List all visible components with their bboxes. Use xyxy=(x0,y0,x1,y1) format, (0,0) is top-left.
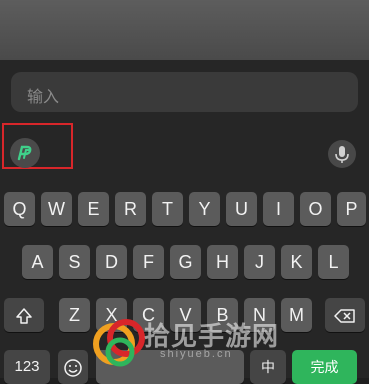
numbers-key[interactable]: 123 xyxy=(4,350,50,384)
watermark-logo-icon xyxy=(93,319,145,367)
watermark-url: shiyueb.cn xyxy=(160,348,233,360)
key-t[interactable]: T xyxy=(152,192,183,226)
microphone-icon[interactable] xyxy=(328,140,356,168)
watermark: 拾见手游网 shiyueb.cn xyxy=(92,302,369,378)
key-u[interactable]: U xyxy=(226,192,257,226)
key-j[interactable]: J xyxy=(244,245,275,279)
text-input-field[interactable]: 输入 xyxy=(11,72,358,112)
key-r[interactable]: R xyxy=(115,192,146,226)
key-f[interactable]: F xyxy=(133,245,164,279)
key-y[interactable]: Y xyxy=(189,192,220,226)
app-content-area xyxy=(0,0,369,60)
key-p[interactable]: P xyxy=(337,192,366,226)
key-q[interactable]: Q xyxy=(4,192,35,226)
key-a[interactable]: A xyxy=(22,245,53,279)
key-e[interactable]: E xyxy=(78,192,109,226)
emoji-key[interactable] xyxy=(58,350,88,384)
key-w[interactable]: W xyxy=(41,192,72,226)
shift-key[interactable] xyxy=(4,298,44,332)
key-o[interactable]: O xyxy=(300,192,331,226)
key-l[interactable]: L xyxy=(318,245,349,279)
key-s[interactable]: S xyxy=(59,245,90,279)
key-z[interactable]: Z xyxy=(59,298,90,332)
key-g[interactable]: G xyxy=(170,245,201,279)
key-i[interactable]: I xyxy=(263,192,294,226)
key-k[interactable]: K xyxy=(281,245,312,279)
pp-logo-icon[interactable] xyxy=(10,138,40,168)
input-placeholder: 输入 xyxy=(27,89,60,106)
key-h[interactable]: H xyxy=(207,245,238,279)
key-d[interactable]: D xyxy=(96,245,127,279)
shift-icon xyxy=(16,308,32,324)
emoji-icon xyxy=(64,359,82,377)
